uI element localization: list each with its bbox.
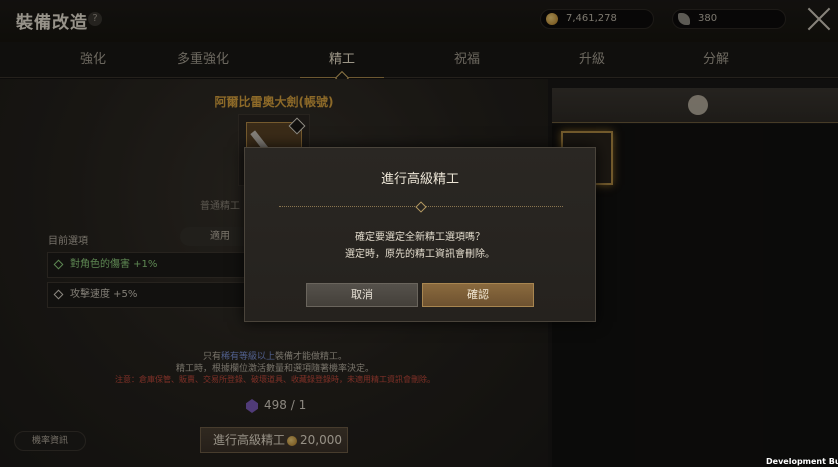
dialog-divider xyxy=(279,201,563,213)
cancel-button[interactable]: 取消 xyxy=(306,283,418,307)
dialog-message: 確定要選定全新精工選項嗎？ xyxy=(355,232,485,243)
build-label: Development Build xyxy=(766,457,838,466)
confirm-button[interactable]: 確認 xyxy=(422,283,534,307)
dialog-title: 進行高級精工 xyxy=(380,172,459,187)
ornament-icon xyxy=(415,201,427,213)
confirm-dialog: 進行高級精工 確定要選定全新精工選項嗎？ 選定時，原先的精工資訊會刪除。 取消 … xyxy=(244,147,596,322)
dialog-message: 選定時，原先的精工資訊會刪除。 xyxy=(345,249,495,260)
